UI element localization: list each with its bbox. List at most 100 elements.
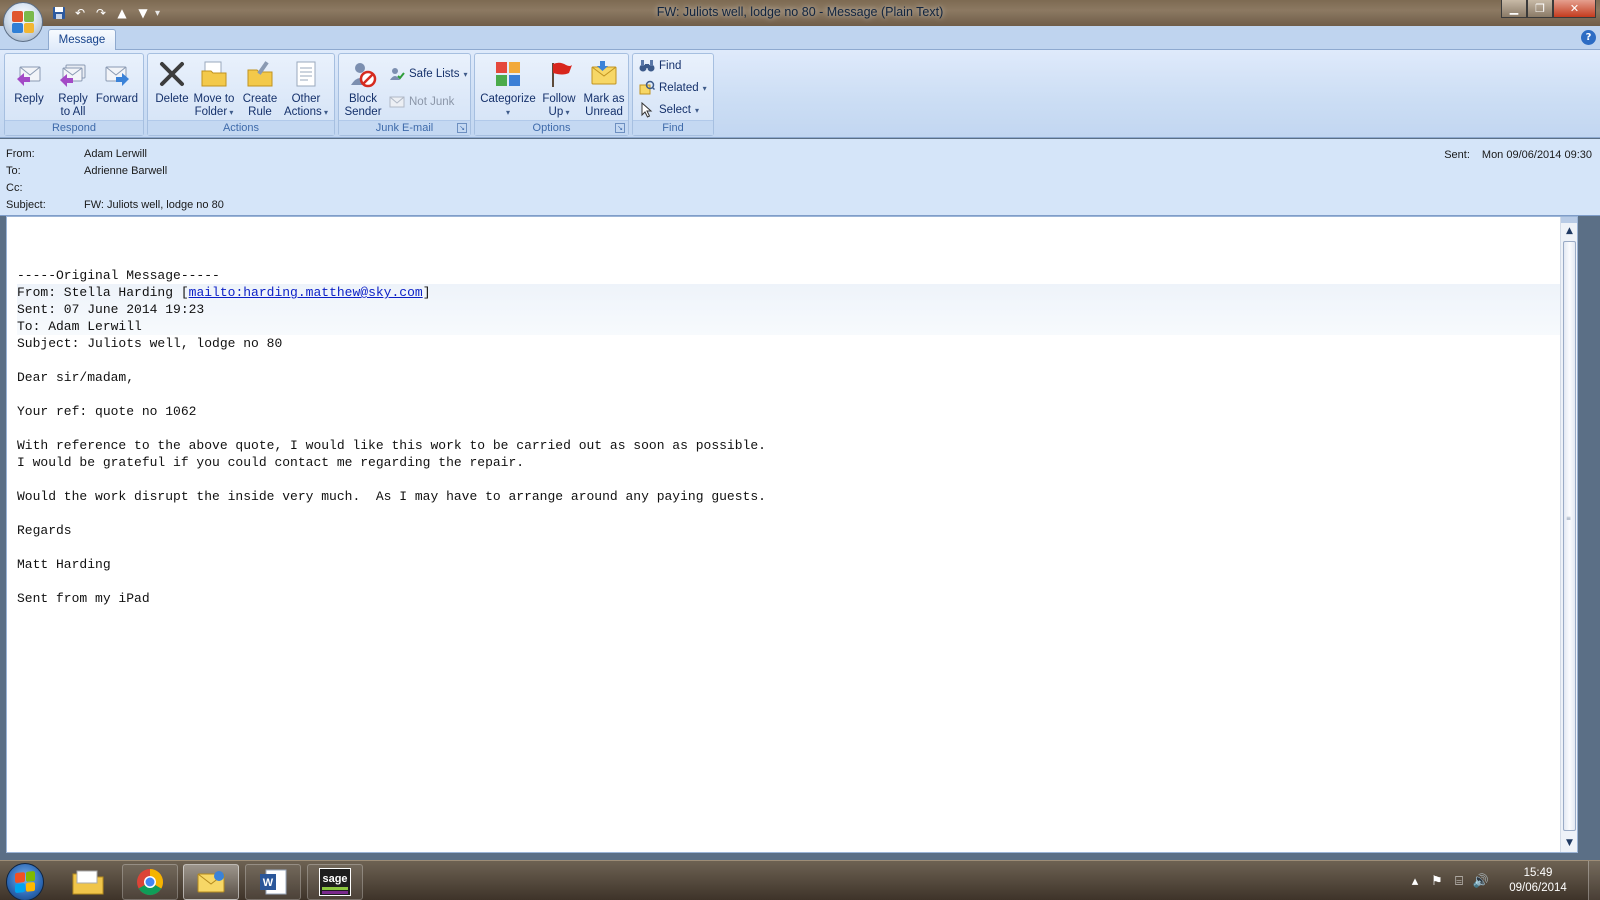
- taskbar-file-explorer[interactable]: [60, 864, 116, 900]
- ribbon: Reply Reply to All Forward Respond Delet…: [0, 50, 1600, 138]
- other-actions-icon: [290, 58, 322, 90]
- create-rule-button[interactable]: Create Rule: [238, 58, 282, 119]
- forward-button[interactable]: Forward: [95, 58, 139, 106]
- safe-lists-icon: [389, 66, 405, 82]
- cursor-icon: [639, 102, 655, 118]
- window-controls: ▁ ❐ ✕: [1501, 0, 1596, 18]
- options-group: Categorize ▾ Follow Up ▾ Mark as Unread O…: [474, 53, 629, 136]
- volume-icon[interactable]: 🔊: [1470, 874, 1492, 889]
- reply-icon: [13, 58, 45, 90]
- undo-icon[interactable]: ↶: [71, 4, 89, 22]
- mailto-link[interactable]: mailto:harding.matthew@sky.com: [189, 285, 423, 300]
- from-value[interactable]: Adam Lerwill: [84, 148, 147, 165]
- restore-button[interactable]: ❐: [1527, 0, 1553, 18]
- move-to-folder-icon: [198, 58, 230, 90]
- quick-access-toolbar: ↶ ↷ ▲ ▼ ▾: [50, 4, 163, 22]
- reply-all-button[interactable]: Reply to All: [51, 58, 95, 119]
- select-button[interactable]: Select ▾: [639, 100, 699, 120]
- respond-group-label: Respond: [5, 120, 143, 135]
- subject-value: FW: Juliots well, lodge no 80: [84, 199, 224, 211]
- clock[interactable]: 15:49 09/06/2014: [1498, 866, 1578, 896]
- network-icon[interactable]: ⌸: [1448, 874, 1470, 889]
- related-dropdown-icon: ▾: [702, 83, 707, 93]
- reply-all-icon: [57, 58, 89, 90]
- select-dropdown-icon: ▾: [694, 105, 699, 115]
- block-sender-button[interactable]: Block Sender: [341, 58, 385, 119]
- cc-row: Cc:: [6, 182, 23, 194]
- taskbar-sage[interactable]: sage: [307, 864, 363, 900]
- find-group-label: Find: [633, 120, 713, 135]
- scroll-down-icon[interactable]: ▼: [1561, 835, 1577, 852]
- save-icon[interactable]: [50, 4, 68, 22]
- windows-logo-icon: [15, 870, 35, 894]
- scroll-up-icon[interactable]: ▲: [1561, 223, 1577, 240]
- message-body[interactable]: -----Original Message----- From: Stella …: [6, 216, 1578, 853]
- categorize-icon: [492, 58, 524, 90]
- outlook-envelope-icon: [197, 871, 225, 893]
- actions-group-label: Actions: [148, 120, 334, 135]
- mark-as-unread-icon: [588, 58, 620, 90]
- safe-lists-dropdown-icon: ▾: [463, 69, 468, 79]
- help-icon[interactable]: ?: [1581, 30, 1596, 45]
- word-icon: W: [260, 869, 287, 895]
- taskbar-chrome[interactable]: [122, 864, 178, 900]
- close-button[interactable]: ✕: [1553, 0, 1596, 18]
- start-button[interactable]: [6, 863, 44, 900]
- customize-toolbar-icon[interactable]: ▾: [155, 4, 163, 22]
- options-group-label: Options: [475, 120, 628, 135]
- follow-up-icon: [543, 58, 575, 90]
- follow-up-dropdown-icon: ▾: [563, 108, 570, 117]
- system-tray: ▴ ⚑ ⌸ 🔊 15:49 09/06/2014: [1404, 861, 1600, 900]
- block-sender-icon: [347, 58, 379, 90]
- message-header: From: Adam Lerwill To: Adrienne Barwell …: [0, 139, 1600, 216]
- follow-up-button[interactable]: Follow Up ▾: [537, 58, 581, 119]
- scrollbar-thumb[interactable]: [1563, 241, 1576, 831]
- subject-row: Subject: FW: Juliots well, lodge no 80: [6, 199, 224, 216]
- find-button[interactable]: Find: [639, 56, 681, 76]
- show-hidden-icons-icon[interactable]: ▴: [1404, 874, 1426, 889]
- actions-group: Delete Move to Folder ▾ Create Rule Othe…: [147, 53, 335, 136]
- tab-message[interactable]: Message: [48, 29, 116, 50]
- office-button[interactable]: [3, 2, 43, 42]
- not-junk-button[interactable]: Not Junk: [389, 92, 454, 112]
- taskbar-word[interactable]: W: [245, 864, 301, 900]
- other-actions-dropdown-icon: ▾: [321, 108, 328, 117]
- move-to-folder-button[interactable]: Move to Folder ▾: [192, 58, 236, 119]
- not-junk-icon: [389, 94, 405, 110]
- mark-as-unread-button[interactable]: Mark as Unread: [581, 58, 627, 119]
- sent-value: Mon 09/06/2014 09:30: [1481, 149, 1592, 161]
- to-row: To: Adrienne Barwell: [6, 165, 167, 182]
- action-center-flag-icon[interactable]: ⚑: [1426, 874, 1448, 889]
- forward-icon: [101, 58, 133, 90]
- taskbar-outlook[interactable]: [183, 864, 239, 900]
- sage-icon: sage: [319, 868, 351, 896]
- from-row: From: Adam Lerwill: [6, 148, 147, 165]
- next-item-icon[interactable]: ▼: [134, 4, 152, 22]
- taskbar: W sage ▴ ⚑ ⌸ 🔊 15:49 09/06/2014: [0, 860, 1600, 900]
- respond-group: Reply Reply to All Forward Respond: [4, 53, 144, 136]
- previous-item-icon[interactable]: ▲: [113, 4, 131, 22]
- delete-icon: [156, 58, 188, 90]
- other-actions-button[interactable]: Other Actions ▾: [284, 58, 328, 119]
- to-value[interactable]: Adrienne Barwell: [84, 165, 167, 182]
- move-to-folder-dropdown-icon: ▾: [227, 108, 234, 117]
- redo-icon[interactable]: ↷: [92, 4, 110, 22]
- scrollbar-split-handle[interactable]: [1561, 217, 1577, 223]
- reply-button[interactable]: Reply: [7, 58, 51, 106]
- related-button[interactable]: Related ▾: [639, 78, 707, 98]
- safe-lists-button[interactable]: Safe Lists ▾: [389, 64, 468, 84]
- ribbon-tab-strip: Message ?: [0, 26, 1600, 50]
- show-desktop-button[interactable]: [1588, 861, 1600, 900]
- binoculars-icon: [639, 58, 655, 74]
- vertical-scrollbar[interactable]: ▲ ≡ ▼: [1560, 217, 1577, 852]
- find-group: Find Related ▾ Select ▾ Find: [632, 53, 714, 136]
- minimize-button[interactable]: ▁: [1501, 0, 1527, 18]
- categorize-button[interactable]: Categorize ▾: [479, 58, 537, 119]
- delete-button[interactable]: Delete: [150, 58, 194, 106]
- options-launcher-icon[interactable]: ↘: [615, 123, 625, 133]
- categorize-dropdown-icon: ▾: [505, 108, 510, 117]
- window-title: FW: Juliots well, lodge no 80 - Message …: [656, 5, 944, 19]
- junk-email-group: Block Sender Safe Lists ▾ Not Junk Junk E…: [338, 53, 471, 136]
- junk-email-launcher-icon[interactable]: ↘: [457, 123, 467, 133]
- scrollbar-grip-icon: ≡: [1566, 515, 1572, 522]
